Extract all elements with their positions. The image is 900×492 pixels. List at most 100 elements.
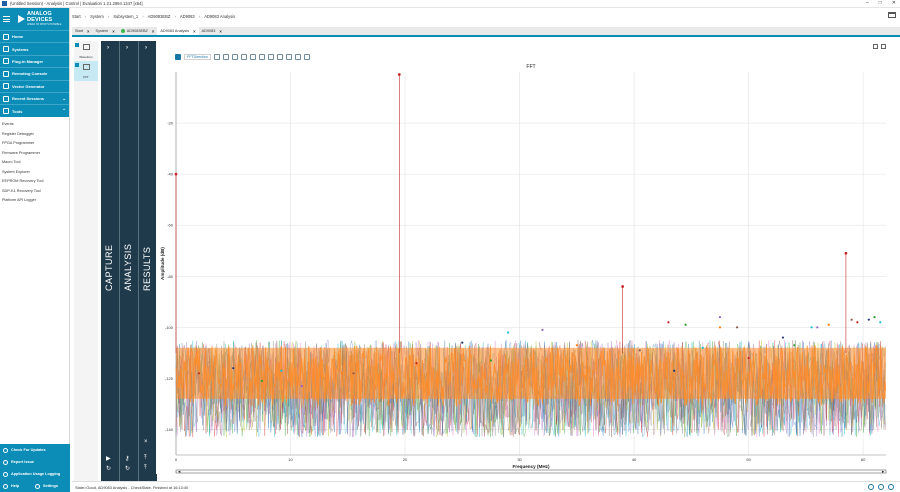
horizontal-scrollbar bbox=[175, 469, 887, 474]
info-icon[interactable] bbox=[868, 484, 874, 490]
harmonic-marker bbox=[701, 346, 704, 349]
harmonic-marker bbox=[873, 316, 876, 319]
sidebar-item-vector-generator[interactable]: Vector Generator bbox=[0, 79, 69, 92]
tab-start[interactable]: Start × bbox=[72, 27, 93, 35]
check-updates-button[interactable]: Check For Updates bbox=[0, 444, 70, 456]
breadcrumb-item-device[interactable]: AD9083 bbox=[180, 14, 195, 19]
close-tab-icon[interactable]: × bbox=[152, 29, 155, 34]
report-issue-button[interactable]: Report Issue bbox=[0, 456, 70, 468]
y-tick-label: -140 bbox=[165, 427, 174, 432]
waveform-icon bbox=[83, 44, 90, 50]
upload-icon[interactable]: ⤒ bbox=[144, 465, 147, 472]
y-tick-label: -100 bbox=[165, 325, 174, 330]
x-tick-label: 50 bbox=[746, 457, 751, 462]
tool-item-system-explorer[interactable]: System Explorer bbox=[0, 167, 69, 177]
tool-item-macro-tool[interactable]: Macro Tool bbox=[0, 158, 69, 168]
key-icon[interactable]: ⚷ bbox=[125, 455, 129, 462]
chevron-right-icon: › bbox=[84, 13, 87, 19]
waveform-label: Waveform bbox=[79, 55, 93, 59]
usage-logging-button[interactable]: Application Usage Logging bbox=[0, 468, 70, 480]
y-tick-label: -120 bbox=[165, 376, 174, 381]
harmonic-marker bbox=[856, 321, 859, 324]
chevron-down-icon: ⌄ bbox=[62, 95, 66, 101]
tool-item-platform-api-logger[interactable]: Platform API Logger bbox=[0, 196, 69, 206]
analysis-panel[interactable]: › ANALYSIS ⚷ ↻ bbox=[120, 41, 138, 489]
results-panel[interactable]: › RESULTS × ⤒ ⤒ bbox=[139, 41, 157, 489]
tab-ad9083ebz[interactable]: AD9083EBZ × bbox=[118, 27, 158, 35]
tool-item-events[interactable]: Events bbox=[0, 120, 69, 130]
play-icon[interactable]: ▶ bbox=[106, 455, 111, 462]
close-tab-icon[interactable]: × bbox=[112, 29, 115, 34]
breadcrumb-item-board[interactable]: AD9083EBZ bbox=[148, 14, 171, 19]
expand-icon[interactable] bbox=[878, 484, 884, 490]
expand-arrow-icon[interactable]: › bbox=[126, 45, 128, 51]
clock-icon bbox=[3, 95, 9, 102]
help-button[interactable]: Help bbox=[0, 480, 32, 492]
lock-icon[interactable] bbox=[888, 484, 894, 490]
sidebar-header: ANALOG DEVICES AHEAD OF WHAT'S POSSIBLE bbox=[0, 8, 69, 30]
settings-button[interactable]: Settings bbox=[32, 480, 58, 492]
export-icon[interactable]: ⤒ bbox=[144, 455, 147, 462]
window-titlebar: (Untitled Session) - Analysis | Control … bbox=[0, 0, 900, 8]
checkbox-checked-icon[interactable] bbox=[75, 63, 79, 67]
sidebar-item-plugin-manager[interactable]: Plug-in Manager bbox=[0, 54, 69, 68]
sidebar: ANALOG DEVICES AHEAD OF WHAT'S POSSIBLE … bbox=[0, 8, 70, 492]
close-tab-icon[interactable]: × bbox=[193, 29, 196, 34]
sidebar-item-recent-sessions[interactable]: Recent Sessions ⌄ bbox=[0, 91, 69, 105]
sidebar-item-tools[interactable]: Tools ⌃ bbox=[0, 104, 69, 117]
maximize-icon[interactable]: □ bbox=[879, 0, 882, 6]
sidebar-item-label: Plug-in Manager bbox=[12, 58, 44, 64]
close-tab-icon[interactable]: × bbox=[219, 29, 222, 34]
close-tab-icon[interactable]: × bbox=[87, 29, 90, 34]
waveform-view-item[interactable]: Waveform bbox=[74, 41, 98, 61]
folder-icon[interactable] bbox=[888, 12, 896, 18]
chart-icon bbox=[3, 471, 8, 477]
close-icon[interactable]: ✕ bbox=[892, 0, 896, 6]
logo-triangle-icon bbox=[18, 15, 25, 23]
breadcrumb-item-subsystem[interactable]: Subsystem_1 bbox=[113, 14, 138, 19]
hamburger-menu-icon[interactable] bbox=[0, 8, 14, 30]
sidebar-item-systems[interactable]: Systems bbox=[0, 42, 69, 55]
sidebar-footer: Check For Updates Report Issue Applicati… bbox=[0, 444, 70, 492]
tool-item-eeprom-recovery[interactable]: EEPROM Recovery Tool bbox=[0, 177, 69, 187]
minimize-icon[interactable]: – bbox=[866, 0, 869, 6]
tool-item-firmware-programmer[interactable]: Firmware Programmer bbox=[0, 148, 69, 158]
tab-label: AD9083EBZ bbox=[126, 29, 148, 33]
sidebar-item-remoting-console[interactable]: Remoting Console bbox=[0, 67, 69, 80]
harmonic-marker bbox=[575, 344, 578, 347]
close-icon[interactable]: × bbox=[144, 439, 148, 445]
y-tick-label: -60 bbox=[167, 223, 174, 228]
help-label: Help bbox=[11, 484, 20, 488]
capture-panel-label: CAPTURE bbox=[104, 244, 114, 291]
capture-panel[interactable]: › CAPTURE ▶ ↻ bbox=[101, 41, 119, 489]
tool-item-fpga-programmer[interactable]: FPGA Programmer bbox=[0, 139, 69, 149]
update-icon bbox=[3, 447, 8, 453]
tab-ad9083[interactable]: AD9083 × bbox=[199, 27, 225, 35]
chevron-right-icon: › bbox=[142, 13, 144, 19]
breadcrumb: Start › System › Subsystem_1 › AD9083EBZ › A… bbox=[72, 10, 235, 22]
breadcrumb-item-start[interactable]: Start bbox=[72, 14, 81, 19]
sidebar-item-home[interactable]: Home bbox=[0, 30, 69, 43]
y-tick-label: -20 bbox=[167, 121, 174, 126]
tool-item-register-debugger[interactable]: Register Debugger bbox=[0, 129, 69, 139]
x-axis-label: Frequency (MHz) bbox=[512, 464, 549, 469]
refresh-icon[interactable]: ↻ bbox=[106, 465, 111, 472]
expand-arrow-icon[interactable]: › bbox=[145, 45, 147, 51]
tool-item-sdp-k1-recovery[interactable]: SDP-K1 Recovery Tool bbox=[0, 186, 69, 196]
harmonic-marker bbox=[879, 321, 882, 324]
settings-label: Settings bbox=[43, 484, 58, 488]
analog-devices-logo: ANALOG DEVICES AHEAD OF WHAT'S POSSIBLE bbox=[18, 11, 61, 26]
expand-arrow-icon[interactable]: › bbox=[107, 45, 109, 51]
tab-ad9083-analysis[interactable]: AD9083 Analysis × bbox=[157, 27, 199, 35]
fft-chart[interactable]: 0 10 20 30 40 50 60-20-40-60-80-100-120-140FFT… bbox=[156, 41, 893, 474]
harmonic-marker bbox=[340, 372, 344, 375]
harmonic-marker bbox=[816, 326, 819, 329]
refresh-icon[interactable]: ↻ bbox=[125, 465, 130, 472]
breadcrumb-item-analysis[interactable]: AD9083 Analysis bbox=[204, 14, 235, 19]
breadcrumb-item-system[interactable]: System bbox=[90, 14, 104, 19]
fft-view-item[interactable]: FFT bbox=[74, 61, 98, 81]
checkbox-checked-icon[interactable] bbox=[75, 43, 79, 47]
status-text: State=Good, AD9083 Analysis - CheckState… bbox=[75, 484, 189, 490]
tab-system[interactable]: System × bbox=[93, 27, 118, 35]
chevron-up-icon: ⌃ bbox=[62, 108, 66, 114]
